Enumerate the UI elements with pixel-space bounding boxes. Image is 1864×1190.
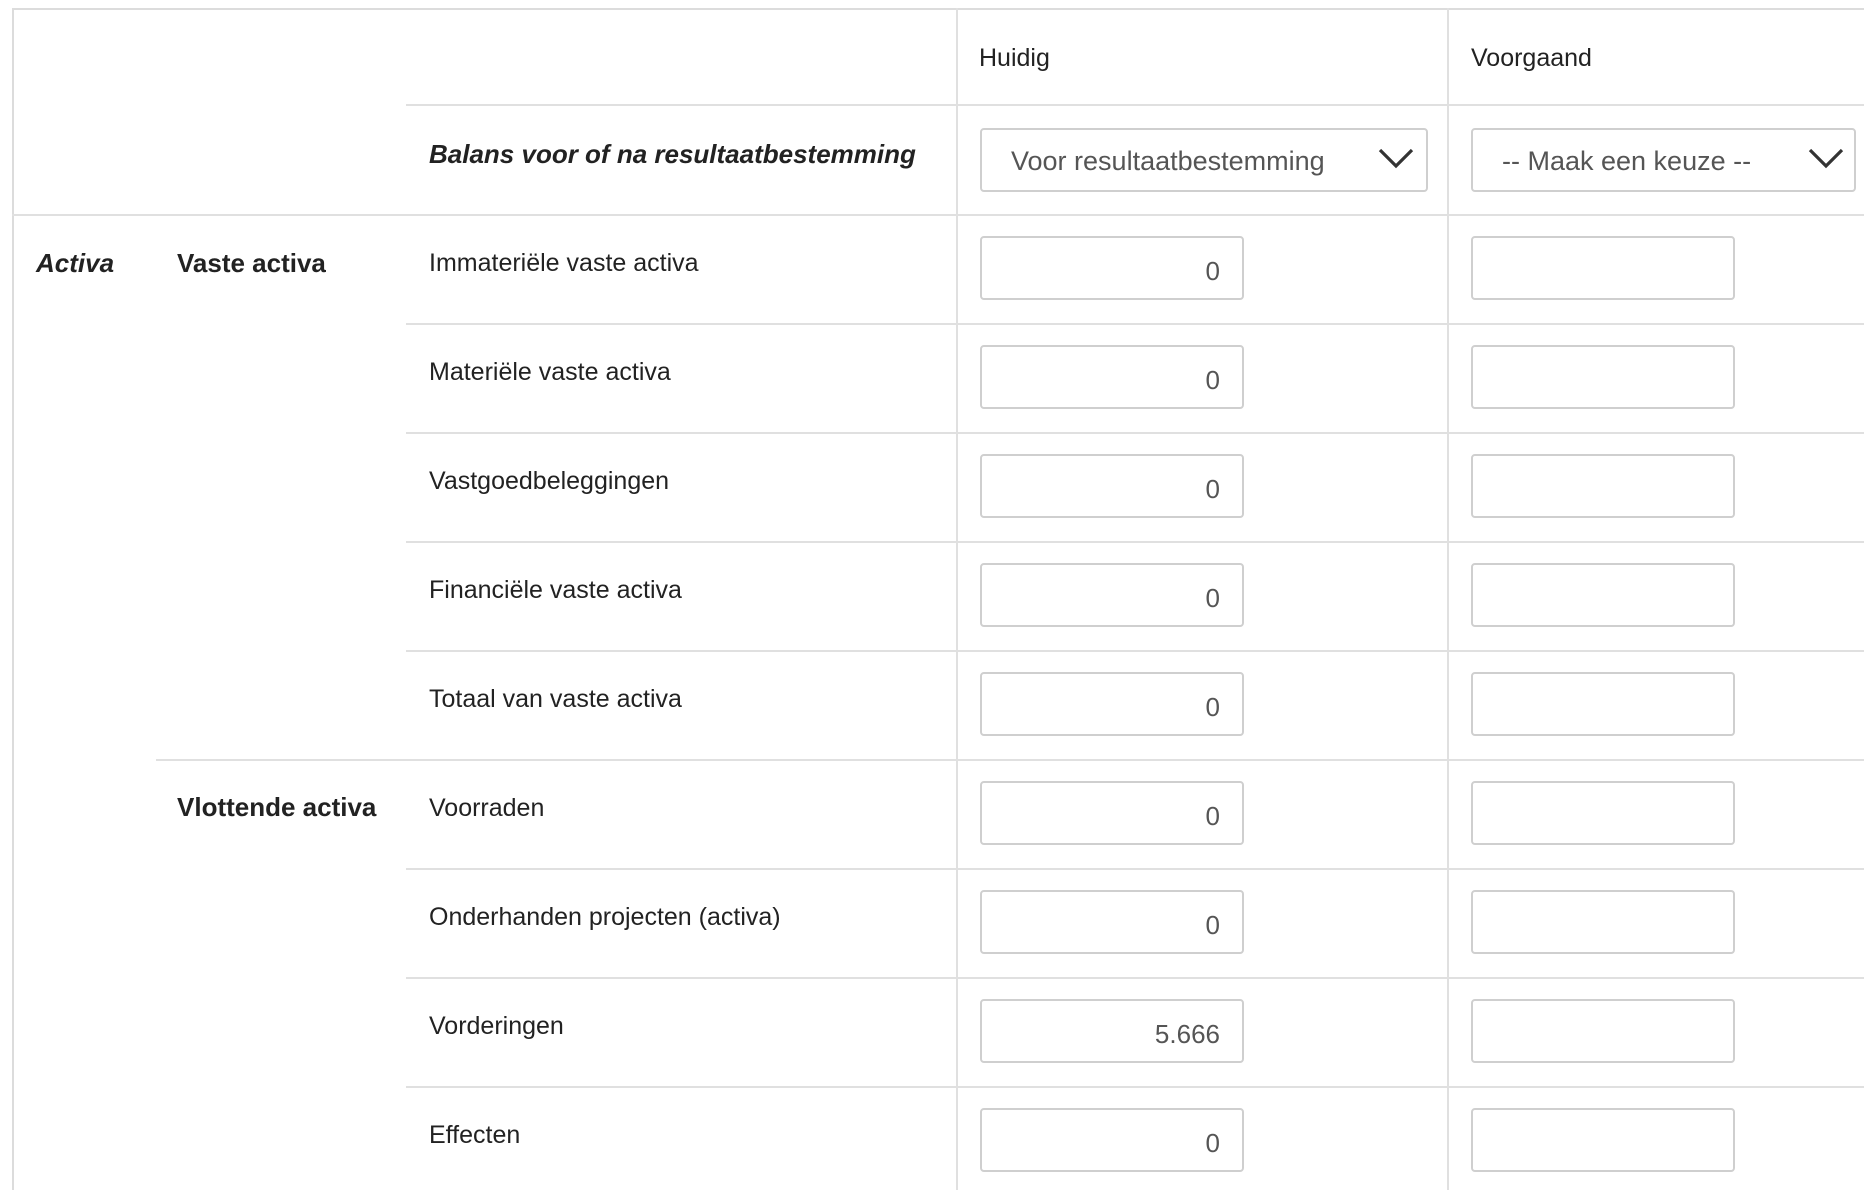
row-label: Materiële vaste activa xyxy=(429,358,671,386)
current-value-input[interactable]: 0 xyxy=(980,672,1244,736)
previous-value-input[interactable] xyxy=(1471,890,1735,954)
chevron-down-icon xyxy=(1808,148,1844,169)
row-divider xyxy=(406,868,1864,870)
row-divider xyxy=(156,759,1864,761)
row-divider xyxy=(406,541,1864,543)
previous-value-input[interactable] xyxy=(1471,999,1735,1063)
current-value-input[interactable]: 5.666 xyxy=(980,999,1244,1063)
previous-value-input[interactable] xyxy=(1471,1108,1735,1172)
row-divider xyxy=(406,1086,1864,1088)
row-label: Immateriële vaste activa xyxy=(429,249,699,277)
section-label-activa: Activa xyxy=(36,248,115,278)
row-label: Voorraden xyxy=(429,794,545,822)
current-value-input[interactable]: 0 xyxy=(980,236,1244,300)
row-label: Onderhanden projecten (activa) xyxy=(429,903,781,931)
select-value: Voor resultaatbestemming xyxy=(1011,146,1325,176)
current-value-input[interactable]: 0 xyxy=(980,563,1244,627)
group-label-vlottende-activa: Vlottende activa xyxy=(177,792,377,822)
row-label: Vastgoedbeleggingen xyxy=(429,467,670,495)
group-label-vaste-activa: Vaste activa xyxy=(177,248,326,278)
balance-setting-label: Balans voor of na resultaatbestemming xyxy=(429,139,916,169)
chevron-down-icon xyxy=(1378,148,1414,169)
previous-value-input[interactable] xyxy=(1471,672,1735,736)
balance-setting-current-select[interactable]: Voor resultaatbestemming xyxy=(980,128,1428,192)
select-value: -- Maak een keuze -- xyxy=(1502,146,1752,176)
previous-value-input[interactable] xyxy=(1471,781,1735,845)
row-label: Vorderingen xyxy=(429,1012,564,1040)
current-value-input[interactable]: 0 xyxy=(980,345,1244,409)
row-divider xyxy=(406,104,1864,106)
current-value-input[interactable]: 0 xyxy=(980,1108,1244,1172)
current-value-input[interactable]: 0 xyxy=(980,781,1244,845)
previous-value-input[interactable] xyxy=(1471,236,1735,300)
row-divider xyxy=(406,432,1864,434)
current-value-input[interactable]: 0 xyxy=(980,890,1244,954)
balance-setting-previous-select[interactable]: -- Maak een keuze -- xyxy=(1471,128,1856,192)
current-value-input[interactable]: 0 xyxy=(980,454,1244,518)
column-header-current: Huidig xyxy=(979,44,1050,72)
row-divider xyxy=(406,323,1864,325)
row-label: Totaal van vaste activa xyxy=(429,685,682,713)
column-header-previous: Voorgaand xyxy=(1471,44,1592,72)
row-label: Effecten xyxy=(429,1121,521,1149)
previous-value-input[interactable] xyxy=(1471,454,1735,518)
previous-value-input[interactable] xyxy=(1471,345,1735,409)
column-divider-current xyxy=(956,8,958,1190)
row-divider xyxy=(406,977,1864,979)
previous-value-input[interactable] xyxy=(1471,563,1735,627)
row-label: Financiële vaste activa xyxy=(429,576,682,604)
column-divider-previous xyxy=(1447,8,1449,1190)
row-divider xyxy=(12,214,1864,216)
row-divider xyxy=(406,650,1864,652)
